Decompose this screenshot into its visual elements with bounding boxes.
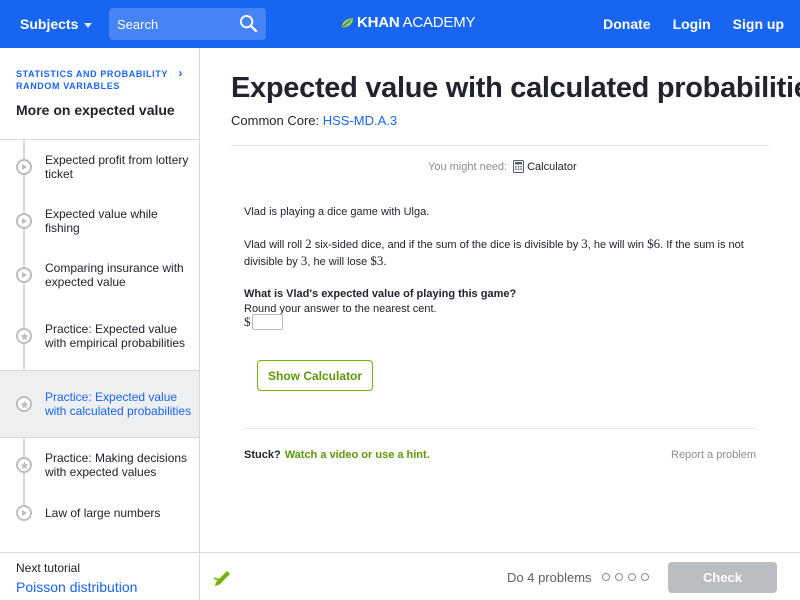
calculator-icon xyxy=(513,160,525,173)
statement-text: six-sided dice, and if the sum of the di… xyxy=(311,239,582,251)
common-core-link[interactable]: HSS-MD.A.3 xyxy=(323,113,397,128)
do-problems-label: Do 4 problems xyxy=(507,570,592,585)
sidebar-item-practice-decisions[interactable]: Practice: Making decisions with expected… xyxy=(0,438,199,492)
might-need-label: You might need: xyxy=(428,160,508,173)
divider xyxy=(231,145,769,146)
show-calculator-button[interactable]: Show Calculator xyxy=(257,360,373,391)
stuck-section: Stuck? Watch a video or use a hint. xyxy=(244,449,430,461)
video-icon xyxy=(16,159,32,175)
dollar-sign: $ xyxy=(244,314,251,329)
sidebar-item-label: Practice: Expected value with calculated… xyxy=(45,390,192,418)
progress-dot xyxy=(615,573,623,581)
sidebar-header: STATISTICS AND PROBABILITY RANDOM VARIAB… xyxy=(0,48,199,140)
common-core-label: Common Core: xyxy=(231,113,323,128)
progress-dot xyxy=(641,573,649,581)
video-icon xyxy=(16,505,32,521)
sidebar-item-practice-calculated[interactable]: Practice: Expected value with calculated… xyxy=(0,370,199,438)
login-link[interactable]: Login xyxy=(673,16,711,32)
sidebar-item-label: Law of large numbers xyxy=(45,506,161,520)
subjects-menu[interactable]: Subjects xyxy=(20,16,93,32)
exercise-footer: Do 4 problems Check xyxy=(200,552,800,600)
chevron-right-icon: › xyxy=(178,66,183,80)
calculator-label: Calculator xyxy=(527,160,577,173)
practice-star-icon xyxy=(16,457,32,473)
chevron-down-icon xyxy=(84,22,93,28)
sidebar-item-insurance-video[interactable]: Comparing insurance with expected value xyxy=(0,248,199,302)
exercise-panel: Expected value with calculated probabili… xyxy=(200,48,800,552)
leaf-logo-icon xyxy=(341,17,354,28)
sidebar-item-label: Practice: Making decisions with expected… xyxy=(45,451,188,479)
breadcrumb-unit: RANDOM VARIABLES xyxy=(16,81,120,91)
you-might-need: You might need: Calculator xyxy=(428,160,577,173)
sidebar-item-label: Comparing insurance with expected value xyxy=(45,261,184,289)
statement-text: . xyxy=(383,256,387,268)
practice-star-icon xyxy=(16,328,32,344)
problem-intro: Vlad is playing a dice game with Ulga. xyxy=(244,206,430,218)
sidebar-item-practice-empirical[interactable]: Practice: Expected value with empirical … xyxy=(0,302,199,370)
hint-link[interactable]: Watch a video or use a hint. xyxy=(285,449,430,461)
logo-text-light: ACADEMY xyxy=(402,14,476,31)
subjects-label: Subjects xyxy=(20,16,79,32)
report-problem-link[interactable]: Report a problem xyxy=(671,449,756,461)
signup-link[interactable]: Sign up xyxy=(733,16,784,32)
video-icon xyxy=(16,213,32,229)
stuck-label: Stuck? xyxy=(244,449,281,461)
answer-row: $ xyxy=(244,314,283,330)
top-nav-bar: Subjects KHANACADEMY Donate Login Sign u… xyxy=(0,0,800,48)
donate-link[interactable]: Donate xyxy=(603,16,650,32)
statement-text: , he will win xyxy=(587,239,648,251)
sidebar-item-large-numbers-video[interactable]: Law of large numbers xyxy=(0,492,199,534)
scratchpad-pencil-icon[interactable] xyxy=(212,567,234,587)
math-value: $6 xyxy=(647,236,661,251)
common-core-standard: Common Core: HSS-MD.A.3 xyxy=(231,113,397,128)
check-button[interactable]: Check xyxy=(668,562,777,593)
search-icon[interactable] xyxy=(239,14,258,33)
tutorial-title: More on expected value xyxy=(16,102,175,118)
breadcrumb-subject: STATISTICS AND PROBABILITY xyxy=(16,69,168,79)
search-input[interactable] xyxy=(109,8,239,40)
sidebar-item-label: Practice: Expected value with empirical … xyxy=(45,322,186,350)
sidebar-item-label: Expected profit from lottery ticket xyxy=(45,153,189,181)
statement-text: , he will lose xyxy=(307,256,371,268)
divider xyxy=(244,428,756,429)
answer-input[interactable] xyxy=(251,314,283,330)
page-title: Expected value with calculated probabili… xyxy=(231,72,800,104)
account-links: Donate Login Sign up xyxy=(603,16,784,32)
practice-star-icon xyxy=(16,396,32,412)
breadcrumb[interactable]: STATISTICS AND PROBABILITY RANDOM VARIAB… xyxy=(16,66,183,92)
next-tutorial-label: Next tutorial xyxy=(16,561,81,575)
question-text: What is Vlad's expected value of playing… xyxy=(244,288,517,300)
tutorial-item-list: Expected profit from lottery ticket Expe… xyxy=(0,140,199,534)
statement-text: Vlad will roll xyxy=(244,239,306,251)
sidebar-item-fishing-video[interactable]: Expected value while fishing xyxy=(0,194,199,248)
video-icon xyxy=(16,267,32,283)
tutorial-sidebar: STATISTICS AND PROBABILITY RANDOM VARIAB… xyxy=(0,48,200,600)
math-value: $3 xyxy=(370,253,384,268)
progress-dot xyxy=(628,573,636,581)
next-tutorial-link[interactable]: Poisson distribution xyxy=(16,579,183,595)
sidebar-item-label: Expected value while fishing xyxy=(45,207,158,235)
logo-text-bold: KHAN xyxy=(357,14,400,31)
problem-statement: Vlad will roll 2 six-sided dice, and if … xyxy=(244,236,744,270)
sidebar-item-lottery-video[interactable]: Expected profit from lottery ticket xyxy=(0,140,199,194)
calculator-link[interactable]: Calculator xyxy=(513,160,577,173)
progress-dot xyxy=(602,573,610,581)
problem-progress-dots xyxy=(602,573,649,581)
next-tutorial[interactable]: Next tutorial Poisson distribution xyxy=(0,552,199,600)
search-box xyxy=(109,8,266,40)
khan-academy-logo[interactable]: KHAN ACADEMY xyxy=(341,14,476,31)
